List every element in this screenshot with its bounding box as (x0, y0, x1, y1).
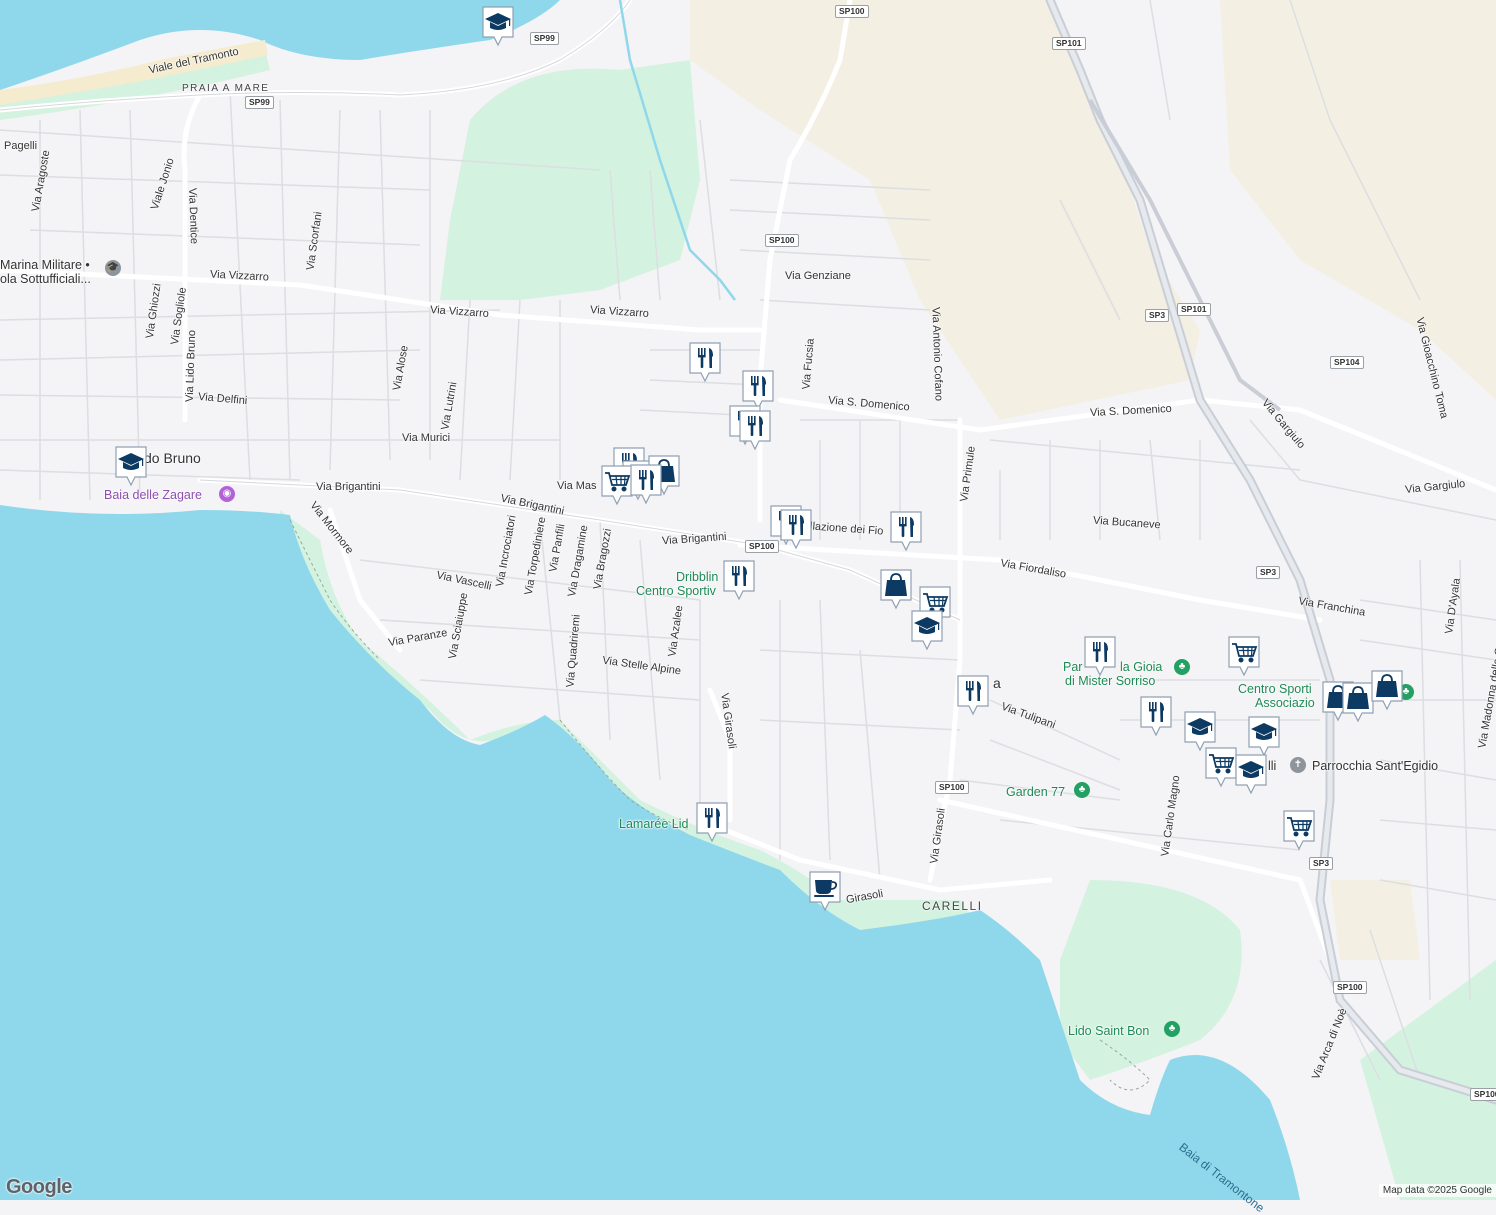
school-marker[interactable] (480, 4, 516, 48)
restaurant-marker[interactable] (1082, 634, 1118, 678)
map-attribution: Map data ©2025 Google (1378, 1184, 1496, 1197)
route-shield: SP3 (1256, 566, 1281, 579)
street-label: Via Brigantini (316, 481, 381, 493)
shopping-bag-marker[interactable] (1369, 668, 1405, 712)
google-logo[interactable]: Google (6, 1176, 72, 1199)
route-shield: SP100 (1333, 981, 1367, 994)
street-label: Pagelli (4, 140, 38, 152)
route-shield: SP100 (765, 234, 799, 247)
coffee-marker[interactable] (807, 869, 843, 913)
school-poi-icon[interactable]: 🎓 (105, 260, 121, 276)
poi-label[interactable]: Baia delle Zagare (104, 488, 202, 502)
church-icon[interactable]: ✝ (1290, 757, 1306, 773)
restaurant-marker[interactable] (955, 673, 991, 717)
poi-label[interactable]: Associazio (1255, 696, 1315, 710)
camera-icon[interactable]: ◉ (219, 486, 235, 502)
route-shield: SP99 (530, 32, 559, 45)
poi-label[interactable]: Marina Militare • (0, 258, 90, 272)
restaurant-marker[interactable] (687, 340, 723, 384)
restaurant-marker[interactable] (721, 558, 757, 602)
poi-label[interactable]: Garden 77 (1006, 785, 1065, 799)
restaurant-marker[interactable] (888, 509, 924, 553)
poi-label[interactable]: a (993, 676, 1001, 690)
shopping-bag-marker[interactable] (878, 567, 914, 611)
street-label: Via Mas (557, 480, 597, 492)
restaurant-marker[interactable] (737, 408, 773, 452)
restaurant-marker[interactable] (694, 800, 730, 844)
farmland-area (1330, 880, 1420, 960)
route-shield: SP104 (1330, 356, 1364, 369)
street-label: Via Murici (402, 432, 451, 444)
street-label: Via Genziane (785, 270, 851, 282)
poi-label[interactable]: Lido Saint Bon (1068, 1024, 1149, 1038)
street-label: Via Dentice (186, 187, 201, 245)
poi-label[interactable]: lli (1268, 759, 1276, 773)
poi-label[interactable]: ola Sottufficiali... (0, 272, 91, 286)
poi-label[interactable]: Lamarée Lid (619, 817, 689, 831)
route-shield: SP100 (835, 5, 869, 18)
route-shield: SP99 (245, 96, 274, 109)
restaurant-marker[interactable] (628, 462, 664, 506)
poi-label[interactable]: Centro Sportiv (636, 584, 716, 598)
shopping-cart-marker[interactable] (1226, 634, 1262, 678)
route-shield: SP101 (1052, 37, 1086, 50)
place-label: CARELLI (922, 899, 983, 913)
school-marker[interactable] (909, 608, 945, 652)
street-label: Via Lido Bruno (183, 329, 199, 403)
route-shield: SP101 (1177, 303, 1211, 316)
school-marker[interactable] (113, 444, 149, 488)
route-shield: SP3 (1309, 857, 1334, 870)
poi-label[interactable]: do Bruno (144, 451, 201, 465)
shopping-cart-marker[interactable] (1281, 808, 1317, 852)
poi-label[interactable]: Parrocchia Sant'Egidio (1312, 759, 1438, 773)
school-marker[interactable] (1233, 752, 1269, 796)
park-icon[interactable]: ♣ (1164, 1021, 1180, 1037)
poi-label[interactable]: Dribblin (676, 570, 718, 584)
restaurant-marker[interactable] (778, 507, 814, 551)
restaurant-marker[interactable] (1138, 694, 1174, 738)
place-label: PRAIA A MARE (182, 83, 270, 94)
park-icon[interactable]: ♣ (1174, 659, 1190, 675)
poi-label[interactable]: Centro Sporti (1238, 682, 1312, 696)
park-icon[interactable]: ♣ (1074, 782, 1090, 798)
route-shield: SP100 (935, 781, 969, 794)
poi-label[interactable]: la Gioia (1120, 660, 1162, 674)
poi-label[interactable]: Par (1063, 660, 1082, 674)
route-shield: SP100 (1470, 1088, 1496, 1101)
route-shield: SP3 (1145, 309, 1170, 322)
